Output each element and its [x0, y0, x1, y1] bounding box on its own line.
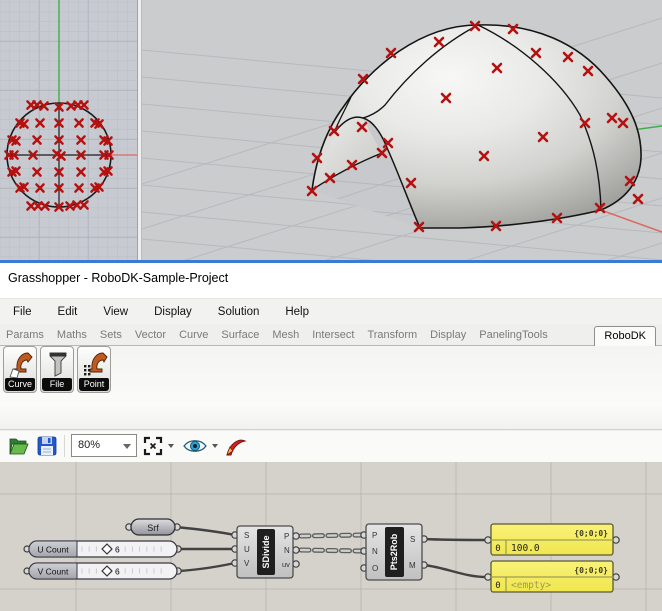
window-title: Grasshopper - RoboDK-Sample-Project — [8, 271, 228, 285]
window-titlebar[interactable]: Grasshopper - RoboDK-Sample-Project — [0, 263, 662, 298]
pts2rob-output-s-label: S — [410, 535, 415, 544]
pts2rob-component[interactable]: P N O Pts2Rob S M — [361, 524, 427, 580]
menu-item-solution[interactable]: Solution — [218, 306, 260, 318]
grasshopper-canvas[interactable]: Srf U Count 6 V Count 6 S U V SDivide — [0, 462, 662, 611]
tab-robodk-active[interactable]: RoboDK — [594, 326, 656, 347]
wire-vcount-to-v — [178, 563, 235, 571]
panel2-index: 0 — [495, 581, 500, 591]
menu-item-file[interactable]: File — [13, 306, 32, 318]
rhino-viewport[interactable] — [0, 0, 662, 260]
point-button-label: Point — [79, 378, 109, 391]
sdivide-output-uv-nub[interactable] — [293, 561, 299, 567]
save-file-icon[interactable] — [36, 434, 58, 458]
sdivide-output-n-label: N — [284, 546, 290, 555]
pts2rob-output-m-label: M — [409, 561, 416, 570]
robot-arm-point-icon — [82, 350, 108, 380]
srf-label: Srf — [147, 523, 159, 533]
zoom-level-combobox[interactable]: 80% — [71, 434, 137, 457]
panel1-value: 100.0 — [511, 543, 540, 554]
panel2-value: <empty> — [511, 580, 551, 591]
viewport-top-view-pane[interactable] — [0, 0, 140, 260]
tab-display[interactable]: Display — [430, 329, 466, 341]
ucount-label: U Count — [37, 545, 69, 555]
component-tab-bar: Params Maths Sets Vector Curve Surface M… — [0, 324, 662, 346]
panel2-path: {0;0;0} — [574, 566, 608, 575]
toolbar-separator — [64, 435, 65, 457]
zoom-level-value: 80% — [78, 439, 100, 451]
sdivide-output-p-nub[interactable] — [293, 533, 299, 539]
dashed-wire-p-to-p — [301, 535, 361, 536]
tab-mesh[interactable]: Mesh — [272, 329, 299, 341]
panel1-output-nub[interactable] — [613, 537, 619, 543]
robot-arm-curve-icon — [8, 350, 34, 380]
open-file-icon[interactable] — [7, 434, 29, 458]
output-panel-2[interactable]: {0;0;0} 0 <empty> — [485, 561, 619, 592]
wire-s-to-panel1 — [424, 539, 487, 540]
sdivide-name: SDivide — [261, 535, 271, 568]
pts2rob-name: Pts2Rob — [389, 533, 399, 570]
tab-params[interactable]: Params — [6, 329, 44, 341]
wires — [176, 527, 487, 577]
sdivide-component[interactable]: S U V SDivide P N uv — [232, 526, 299, 578]
tab-transform[interactable]: Transform — [367, 329, 417, 341]
zoom-extents-icon[interactable] — [142, 434, 164, 458]
preview-eye-icon[interactable] — [182, 437, 208, 455]
combo-chevron-icon[interactable] — [123, 444, 131, 449]
robodk-point-button[interactable]: Point — [77, 346, 111, 393]
tab-surface[interactable]: Surface — [221, 329, 259, 341]
pts2rob-input-n-label: N — [372, 547, 378, 556]
panel1-path: {0;0;0} — [574, 529, 608, 538]
sketch-pen-icon[interactable] — [224, 434, 248, 458]
sdivide-output-p-label: P — [284, 532, 289, 541]
u-count-slider[interactable]: U Count 6 — [24, 541, 181, 557]
tab-maths[interactable]: Maths — [57, 329, 87, 341]
sdivide-output-uv-label: uv — [282, 560, 290, 569]
menu-item-view[interactable]: View — [103, 306, 128, 318]
pts2rob-input-o-label: O — [372, 564, 378, 573]
srf-param-node[interactable]: Srf — [126, 519, 180, 535]
menu-item-help[interactable]: Help — [285, 306, 309, 318]
vcount-label: V Count — [38, 567, 69, 577]
curve-button-label: Curve — [5, 378, 35, 391]
panel1-index: 0 — [495, 544, 500, 554]
preview-menu-chevron-icon[interactable] — [212, 444, 218, 448]
tab-panelingtools[interactable]: PanelingTools — [479, 329, 548, 341]
robodk-file-button[interactable]: File — [40, 346, 74, 393]
ucount-value: 6 — [115, 545, 120, 555]
grasshopper-window: { "window": { "title": "Grasshopper - Ro… — [0, 0, 662, 611]
output-panel-1[interactable]: {0;0;0} 0 100.0 — [485, 524, 619, 555]
file-button-label: File — [42, 378, 72, 391]
wire-srf-to-s — [176, 527, 235, 535]
tab-intersect[interactable]: Intersect — [312, 329, 354, 341]
tab-vector[interactable]: Vector — [135, 329, 166, 341]
tab-curve[interactable]: Curve — [179, 329, 208, 341]
menubar: File Edit View Display Solution Help — [0, 298, 662, 324]
funnel-file-icon — [45, 350, 71, 380]
viewport-perspective-pane[interactable] — [142, 0, 662, 260]
sdivide-input-v-label: V — [244, 559, 250, 568]
sdivide-input-u-label: U — [244, 545, 250, 554]
viewport-pane-divider[interactable] — [137, 0, 142, 260]
sdivide-output-n-nub[interactable] — [293, 547, 299, 553]
zoom-menu-chevron-icon[interactable] — [168, 444, 174, 448]
menu-item-edit[interactable]: Edit — [58, 306, 78, 318]
panel2-input-nub[interactable] — [485, 574, 491, 580]
v-count-slider[interactable]: V Count 6 — [24, 563, 181, 579]
panel1-input-nub[interactable] — [485, 537, 491, 543]
dashed-wire-n-to-n — [301, 550, 361, 551]
menu-item-display[interactable]: Display — [154, 306, 192, 318]
vcount-value: 6 — [115, 567, 120, 577]
canvas-toolbar: 80% — [0, 431, 662, 463]
panel2-output-nub[interactable] — [613, 574, 619, 580]
tab-sets[interactable]: Sets — [100, 329, 122, 341]
robodk-curve-button[interactable]: Curve — [3, 346, 37, 393]
sdivide-input-s-label: S — [244, 531, 249, 540]
robodk-toolbar: Curve File Point — [0, 346, 662, 431]
pts2rob-input-p-label: P — [372, 531, 377, 540]
